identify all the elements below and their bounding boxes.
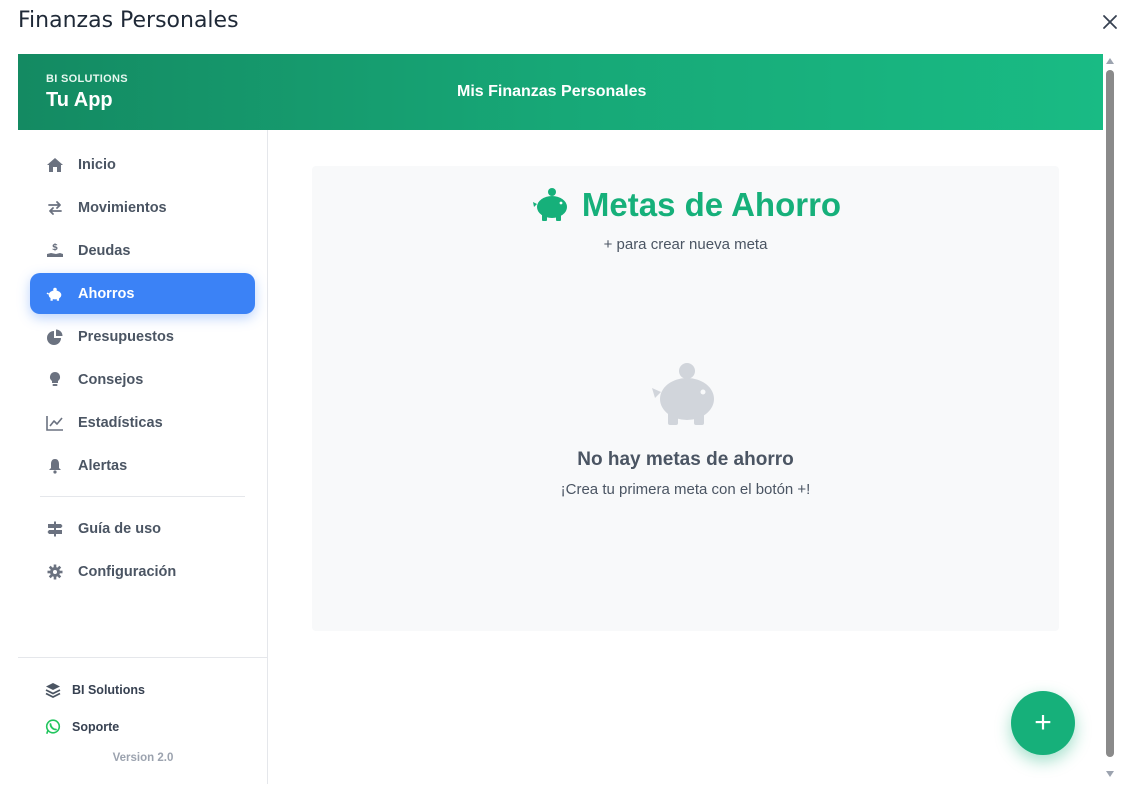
close-icon (1103, 15, 1117, 29)
sidebar-item-estadisticas[interactable]: Estadísticas (30, 402, 255, 443)
bell-icon (46, 457, 64, 475)
sidebar-divider (40, 496, 245, 497)
piggy-bank-icon (532, 188, 567, 221)
app-header: BI SOLUTIONS Tu App Mis Finanzas Persona… (18, 54, 1103, 130)
scroll-up-arrow-icon[interactable] (1106, 58, 1114, 64)
home-icon (46, 156, 64, 174)
whatsapp-icon (44, 718, 62, 736)
sidebar-item-label: Consejos (78, 371, 144, 388)
sidebar-item-label: Ahorros (78, 285, 135, 302)
lightbulb-icon (46, 371, 64, 389)
sidebar: Inicio Movimientos $ Deudas Ahorros Pres… (18, 130, 268, 784)
sidebar-item-label: Configuración (78, 563, 177, 580)
app-container: BI SOLUTIONS Tu App Mis Finanzas Persona… (18, 54, 1103, 784)
sidebar-item-consejos[interactable]: Consejos (30, 359, 255, 400)
sidebar-item-label: Presupuestos (78, 328, 174, 345)
empty-state-title: No hay metas de ahorro (577, 449, 794, 470)
sidebar-item-label: Estadísticas (78, 414, 163, 431)
main-content: Metas de Ahorro + para crear nueva meta … (268, 130, 1103, 784)
line-chart-icon (46, 414, 64, 432)
sidebar-item-label: Alertas (78, 457, 128, 474)
footer-support-label: Soporte (72, 720, 120, 734)
sidebar-item-presupuestos[interactable]: Presupuestos (30, 316, 255, 357)
brand-company: BI SOLUTIONS (46, 73, 128, 85)
sidebar-item-deudas[interactable]: $ Deudas (30, 230, 255, 271)
header-title: Mis Finanzas Personales (457, 83, 647, 100)
piggy-bank-icon (652, 363, 714, 425)
page-title: Metas de Ahorro (581, 186, 842, 223)
window-title: Finanzas Personales (18, 8, 239, 33)
pie-chart-icon (46, 328, 64, 346)
hand-dollar-icon: $ (46, 242, 64, 260)
close-button[interactable] (1098, 10, 1122, 34)
sidebar-item-ahorros[interactable]: Ahorros (30, 273, 255, 314)
scrollbar-thumb[interactable] (1106, 70, 1114, 757)
exchange-icon (46, 199, 64, 217)
add-goal-button[interactable]: + (1011, 691, 1075, 755)
sidebar-item-label: Deudas (78, 242, 131, 259)
footer-company-label: BI Solutions (72, 683, 145, 697)
piggy-bank-icon (46, 285, 64, 303)
savings-goals-panel: Metas de Ahorro + para crear nueva meta … (312, 166, 1059, 631)
layers-icon (44, 681, 62, 699)
version-label: Version 2.0 (112, 752, 174, 764)
sidebar-item-inicio[interactable]: Inicio (30, 144, 255, 185)
sidebar-item-label: Guía de uso (78, 520, 161, 537)
panel-header: Metas de Ahorro (312, 186, 1059, 224)
empty-state-illustration (647, 361, 723, 432)
sidebar-item-configuracion[interactable]: Configuración (30, 551, 255, 592)
footer-company-link[interactable]: BI Solutions (44, 681, 145, 699)
gear-icon (46, 563, 64, 581)
footer-support-link[interactable]: Soporte (44, 718, 119, 736)
sidebar-footer: BI Solutions Soporte Version 2.0 (18, 657, 268, 784)
vertical-scrollbar[interactable] (1103, 54, 1117, 784)
signpost-icon (46, 520, 64, 538)
sidebar-item-alertas[interactable]: Alertas (30, 445, 255, 486)
page-subtitle: + para crear nueva meta (603, 236, 768, 253)
svg-text:$: $ (52, 243, 58, 253)
sidebar-item-label: Inicio (78, 156, 116, 173)
empty-state-subtitle: ¡Crea tu primera meta con el botón +! (560, 481, 811, 498)
scroll-down-arrow-icon[interactable] (1106, 771, 1114, 777)
sidebar-item-movimientos[interactable]: Movimientos (30, 187, 255, 228)
sidebar-item-label: Movimientos (78, 199, 167, 216)
sidebar-item-guia[interactable]: Guía de uso (30, 508, 255, 549)
brand-name: Tu App (46, 89, 113, 111)
